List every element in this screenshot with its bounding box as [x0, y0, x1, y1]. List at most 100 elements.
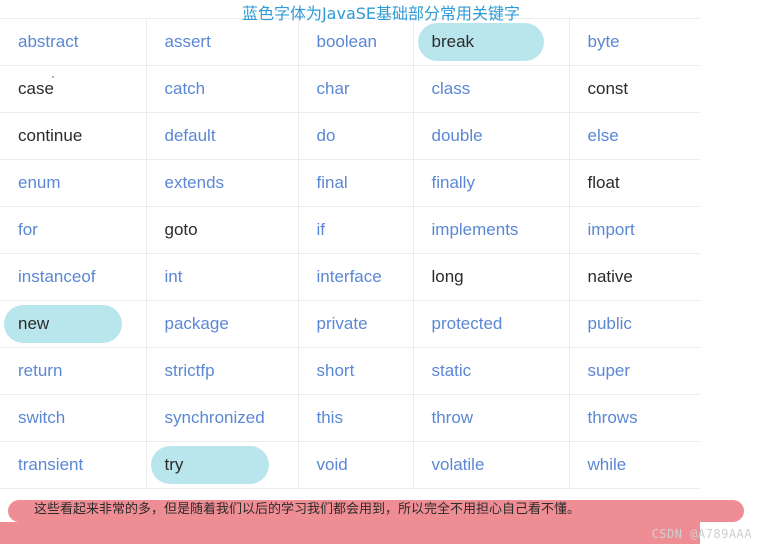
- keyword-label: boolean: [316, 32, 378, 51]
- keyword-cell: switch: [0, 394, 147, 442]
- keyword-cell: final: [298, 159, 414, 207]
- table-row: case catch char class const: [0, 65, 700, 113]
- keyword-label: instanceof: [18, 267, 96, 286]
- keyword-label: byte: [587, 32, 620, 51]
- keyword-cell: float: [569, 159, 700, 207]
- keyword-cell: extends: [146, 159, 299, 207]
- keyword-label: int: [164, 267, 183, 286]
- table-row: new package private protected public: [0, 300, 700, 348]
- keyword-label: default: [164, 126, 216, 145]
- java-keywords-table-body: abstract assert boolean break byte case catch c…: [0, 18, 700, 489]
- keyword-label: if: [316, 220, 326, 239]
- keyword-label: throws: [587, 408, 638, 427]
- keyword-label: for: [18, 220, 38, 239]
- keyword-label: char: [316, 79, 350, 98]
- keyword-label: public: [587, 314, 632, 333]
- keyword-cell: implements: [413, 206, 570, 254]
- keyword-cell: strictfp: [146, 347, 299, 395]
- keyword-label: return: [18, 361, 63, 380]
- keyword-cell: abstract: [0, 18, 147, 66]
- keyword-cell: if: [298, 206, 414, 254]
- keyword-cell: finally: [413, 159, 570, 207]
- keyword-label: class: [431, 79, 471, 98]
- keyword-label: final: [316, 173, 348, 192]
- keyword-cell: package: [146, 300, 299, 348]
- keyword-label: private: [316, 314, 368, 333]
- keyword-label: interface: [316, 267, 382, 286]
- keyword-label: long: [431, 267, 464, 286]
- keyword-cell: else: [569, 112, 700, 160]
- keyword-label: do: [316, 126, 336, 145]
- table-row: abstract assert boolean break byte: [0, 18, 700, 66]
- keyword-cell: for: [0, 206, 147, 254]
- keyword-cell: byte: [569, 18, 700, 66]
- keyword-label: catch: [164, 79, 206, 98]
- keyword-label: const: [587, 79, 629, 98]
- keyword-cell: throw: [413, 394, 570, 442]
- keyword-cell: goto: [146, 206, 299, 254]
- keyword-label: this: [316, 408, 343, 427]
- keyword-cell: transient: [0, 441, 147, 489]
- keyword-label: break: [431, 32, 475, 51]
- keyword-label: try: [164, 455, 184, 474]
- keyword-label: case: [18, 79, 54, 98]
- keyword-cell: new: [0, 300, 147, 348]
- keyword-label: implements: [431, 220, 519, 239]
- keyword-cell: interface: [298, 253, 414, 301]
- keyword-cell: continue: [0, 112, 147, 160]
- keyword-label: switch: [18, 408, 66, 427]
- java-keywords-table: abstract assert boolean break byte case catch c…: [0, 18, 700, 489]
- keyword-cell: public: [569, 300, 700, 348]
- keyword-label: synchronized: [164, 408, 265, 427]
- keyword-cell: case: [0, 65, 147, 113]
- keyword-cell: static: [413, 347, 570, 395]
- table-row: instanceof int interface long native: [0, 253, 700, 301]
- keyword-label: finally: [431, 173, 475, 192]
- keyword-cell: import: [569, 206, 700, 254]
- keyword-label: enum: [18, 173, 61, 192]
- keyword-cell: do: [298, 112, 414, 160]
- keyword-label: strictfp: [164, 361, 215, 380]
- keyword-label: native: [587, 267, 633, 286]
- keyword-cell: const: [569, 65, 700, 113]
- keyword-cell: double: [413, 112, 570, 160]
- keyword-label: extends: [164, 173, 225, 192]
- keyword-cell: default: [146, 112, 299, 160]
- keyword-cell: volatile: [413, 441, 570, 489]
- keyword-label: import: [587, 220, 635, 239]
- table-row: return strictfp short static super: [0, 347, 700, 395]
- keyword-label: new: [18, 314, 50, 333]
- keyword-cell: enum: [0, 159, 147, 207]
- keyword-label: goto: [164, 220, 198, 239]
- keyword-label: assert: [164, 32, 211, 51]
- keyword-cell: long: [413, 253, 570, 301]
- keyword-label: package: [164, 314, 229, 333]
- keyword-label: float: [587, 173, 620, 192]
- keyword-cell: instanceof: [0, 253, 147, 301]
- keyword-cell: break: [413, 18, 570, 66]
- table-row: transient try void volatile while: [0, 441, 700, 489]
- keyword-label: while: [587, 455, 627, 474]
- keyword-cell: return: [0, 347, 147, 395]
- keyword-label: else: [587, 126, 619, 145]
- keyword-label: void: [316, 455, 348, 474]
- keyword-label: abstract: [18, 32, 79, 51]
- keyword-cell: assert: [146, 18, 299, 66]
- notice-banner-second-line: [0, 522, 700, 544]
- keyword-cell: while: [569, 441, 700, 489]
- table-row: enum extends final finally float: [0, 159, 700, 207]
- keyword-label: volatile: [431, 455, 485, 474]
- table-row: continue default do double else: [0, 112, 700, 160]
- keyword-cell: native: [569, 253, 700, 301]
- keyword-cell: try: [146, 441, 299, 489]
- keyword-cell: char: [298, 65, 414, 113]
- keyword-cell: void: [298, 441, 414, 489]
- notice-text: 这些看起来非常的多，但是随着我们以后的学习我们都会用到，所以完全不用担心自己看不…: [34, 502, 581, 517]
- table-row: for goto if implements import: [0, 206, 700, 254]
- keyword-cell: int: [146, 253, 299, 301]
- keyword-label: short: [316, 361, 355, 380]
- keyword-label: protected: [431, 314, 503, 333]
- keyword-label: double: [431, 126, 483, 145]
- keyword-label: static: [431, 361, 472, 380]
- keyword-cell: this: [298, 394, 414, 442]
